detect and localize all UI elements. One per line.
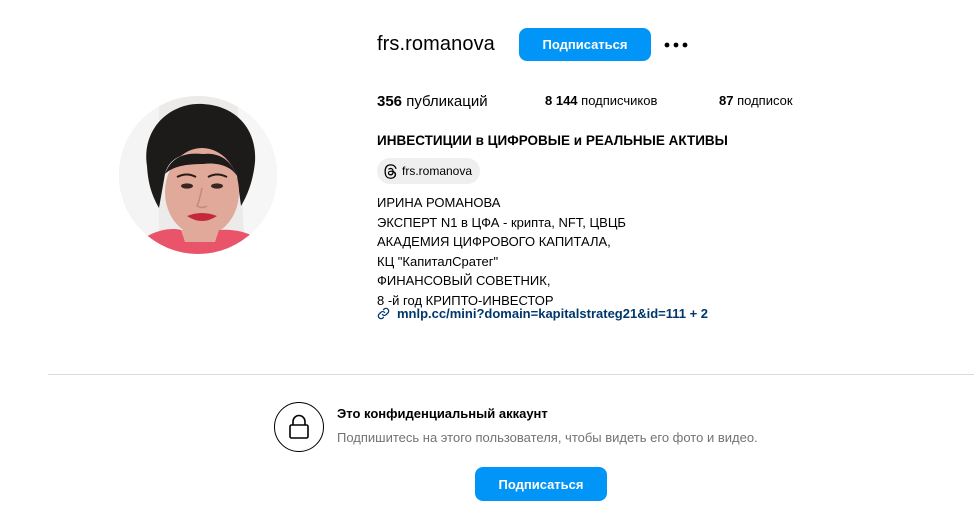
- follow-button[interactable]: Подписаться: [519, 28, 651, 61]
- bio-line: ФИНАНСОВЫЙ СОВЕТНИК,: [377, 273, 551, 288]
- threads-badge[interactable]: frs.romanova: [377, 158, 481, 184]
- link-icon: [377, 307, 390, 320]
- bio-line: КЦ "КапиталСратег": [377, 253, 499, 269]
- posts-count: 356: [377, 93, 403, 110]
- followers-stat[interactable]: 8 144 подписчиков: [545, 93, 657, 108]
- followers-label: подписчиков: [581, 93, 658, 108]
- section-divider: [48, 374, 974, 375]
- avatar[interactable]: [119, 96, 277, 254]
- followers-count: 8 144: [545, 93, 578, 108]
- private-account-title: Это конфиденциальный аккаунт: [337, 406, 548, 421]
- follow-button-secondary[interactable]: Подписаться: [475, 467, 607, 501]
- profile-page: frs.romanova Подписаться 356 публикаций …: [0, 0, 974, 510]
- posts-stat: 356 публикаций: [377, 93, 488, 110]
- threads-icon: [384, 163, 397, 179]
- private-account-subtitle: Подпишитесь на этого пользователя, чтобы…: [337, 430, 758, 445]
- threads-handle: frs.romanova: [402, 164, 473, 178]
- bio-text: ИРИНА РОМАНОВА ЭКСПЕРТ N1 в ЦФА - крипта…: [377, 193, 626, 310]
- bio-link-text: mnlp.cc/mini?domain=kapitalstrateg21&id=…: [397, 306, 709, 321]
- posts-label: публикаций: [406, 93, 488, 110]
- more-horizontal-icon: [664, 42, 688, 48]
- bio-line: ЭКСПЕРТ N1 в ЦФА - крипта, NFT, ЦВЦБ: [377, 214, 626, 230]
- profile-photo: [119, 96, 277, 254]
- lock-icon: [289, 414, 309, 439]
- bio-link[interactable]: mnlp.cc/mini?domain=kapitalstrateg21&id=…: [377, 306, 708, 321]
- more-options-button[interactable]: [662, 34, 690, 56]
- following-label: подписок: [737, 93, 793, 108]
- bio-line: АКАДЕМИЯ ЦИФРОВОГО КАПИТАЛА,: [377, 234, 611, 249]
- username: frs.romanova: [377, 33, 495, 55]
- lock-badge: [274, 402, 324, 452]
- bio-title: ИНВЕСТИЦИИ в ЦИФРОВЫЕ и РЕАЛЬНЫЕ АКТИВЫ: [377, 133, 728, 148]
- following-stat[interactable]: 87 подписок: [719, 93, 793, 108]
- bio-line: ИРИНА РОМАНОВА: [377, 195, 501, 210]
- following-count: 87: [719, 93, 734, 108]
